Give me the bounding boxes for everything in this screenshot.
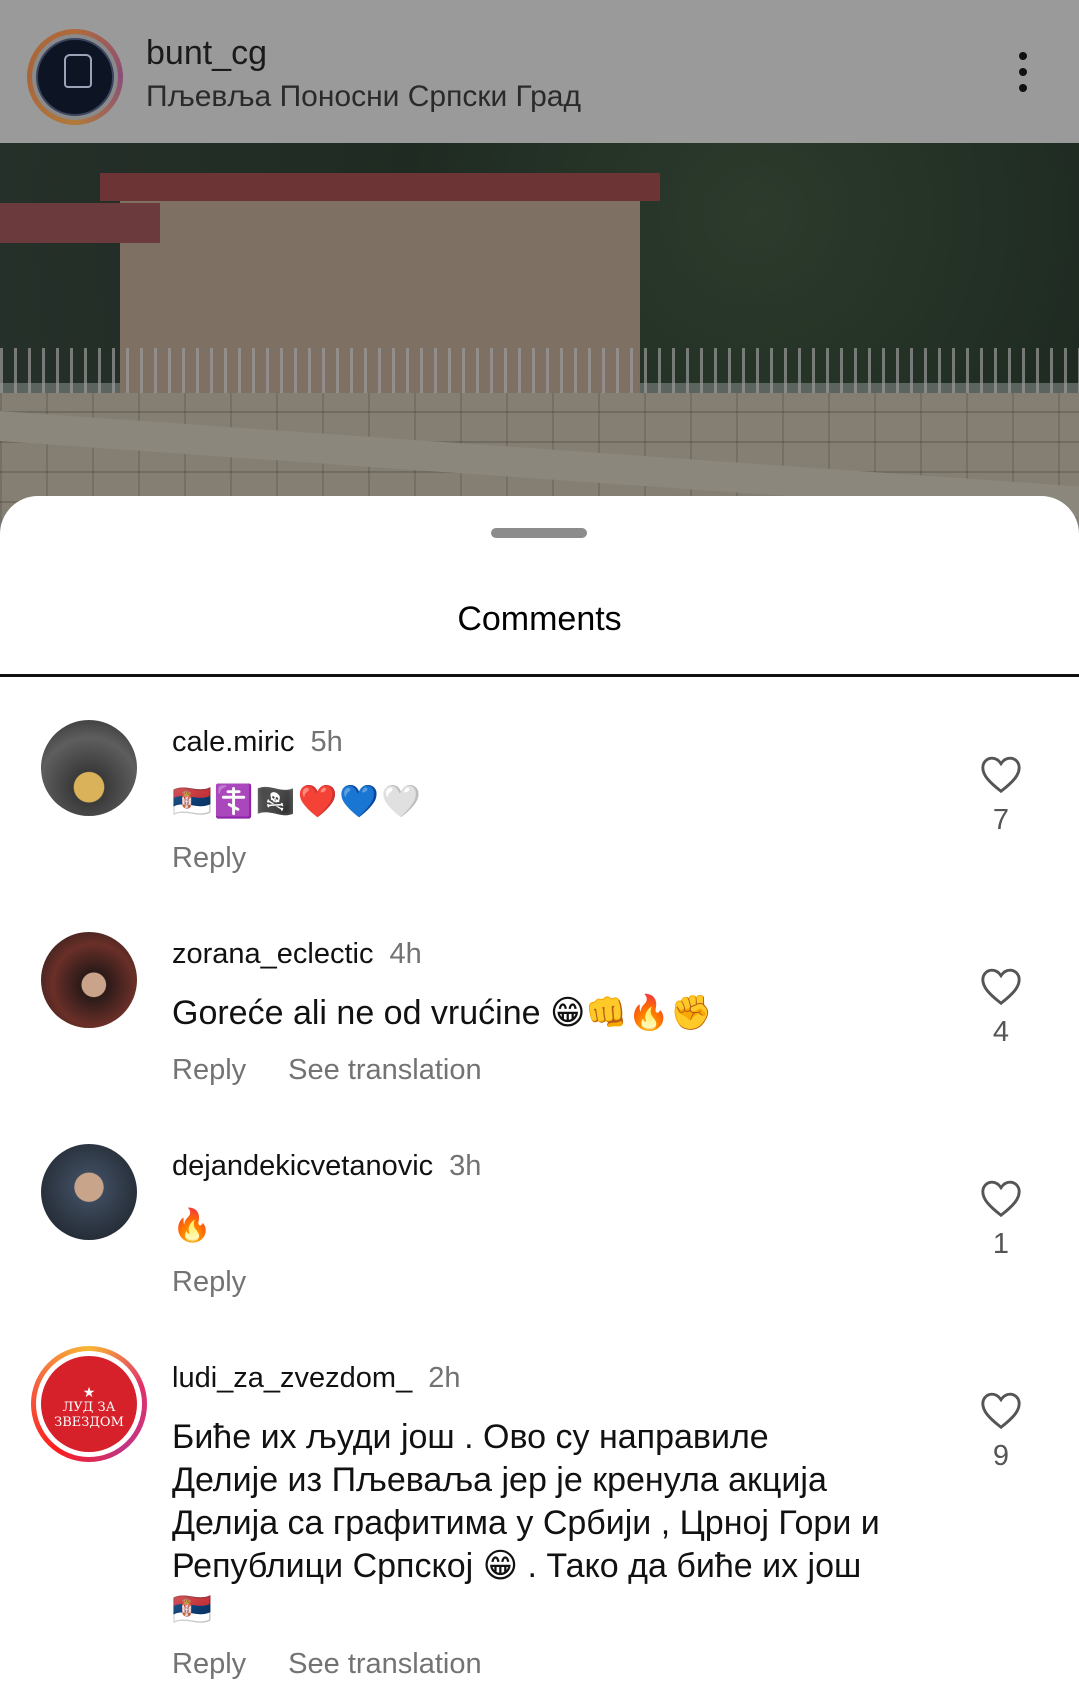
like-count: 4	[992, 1016, 1010, 1048]
comment-username[interactable]: zorana_eclectic 4h	[172, 938, 422, 971]
comment-text: Goreće ali ne od vrućine 😁👊🔥✊	[172, 994, 713, 1032]
like-button[interactable]: 1	[978, 1178, 1024, 1261]
username-text[interactable]: ludi_za_zvezdom_	[172, 1362, 412, 1394]
avatar[interactable]	[41, 720, 137, 816]
see-translation-button[interactable]: See translation	[288, 1648, 481, 1680]
reply-button[interactable]: Reply	[172, 1054, 246, 1086]
like-count: 7	[992, 804, 1010, 836]
post-username[interactable]: bunt_cg	[146, 34, 267, 73]
comments-title: Comments	[457, 600, 622, 638]
username-text[interactable]: zorana_eclectic	[172, 938, 374, 970]
avatar[interactable]: ★ ЛУД ЗА ЗВЕЗДОМ	[31, 1346, 147, 1462]
comment-actions: Reply	[172, 1266, 246, 1299]
post-author-avatar[interactable]	[27, 29, 123, 125]
heart-icon	[981, 1392, 1021, 1430]
comment-line: Републици Српској 😁 . Тако да биће их јо…	[172, 1547, 862, 1585]
fist-logo-icon	[36, 38, 114, 116]
username-text[interactable]: cale.miric	[172, 726, 294, 758]
comment-text: Биће их људи још . Ово су направиле Дели…	[172, 1416, 952, 1631]
red-star-club-logo-icon: ★ ЛУД ЗА ЗВЕЗДОМ	[41, 1356, 137, 1452]
see-translation-button[interactable]: See translation	[288, 1054, 481, 1086]
comment-line: Делије из Пљеваља јер је кренула акција	[172, 1461, 827, 1499]
comment-actions: Reply See translation	[172, 1054, 482, 1087]
comment-line: 🇷🇸	[172, 1590, 214, 1628]
comment-username[interactable]: ludi_za_zvezdom_ 2h	[172, 1362, 460, 1395]
comment-time: 2h	[428, 1362, 461, 1394]
comment-time: 3h	[449, 1150, 482, 1182]
like-button[interactable]: 9	[978, 1390, 1024, 1473]
comment-text: 🔥	[172, 1206, 214, 1244]
reply-button[interactable]: Reply	[172, 842, 246, 874]
avatar-text-top: ЛУД ЗА	[62, 1400, 116, 1415]
comment-actions: Reply	[172, 842, 246, 875]
reply-button[interactable]: Reply	[172, 1648, 246, 1680]
heart-icon	[981, 1180, 1021, 1218]
username-text[interactable]: dejandekicvetanovic	[172, 1150, 433, 1182]
reply-button[interactable]: Reply	[172, 1266, 246, 1298]
post-photo	[0, 143, 1079, 523]
divider	[0, 674, 1079, 677]
like-button[interactable]: 4	[978, 966, 1024, 1049]
comment-line: Биће их људи још . Ово су направиле	[172, 1418, 769, 1456]
comment-actions: Reply See translation	[172, 1648, 482, 1681]
drag-handle[interactable]	[491, 528, 587, 538]
post-location[interactable]: Пљевља Поносни Српски Град	[146, 80, 581, 114]
post-header: bunt_cg Пљевља Поносни Српски Град	[0, 0, 1079, 143]
comment-line: Делија са графитима у Србији , Црној Гор…	[172, 1504, 880, 1542]
like-count: 1	[992, 1228, 1010, 1260]
avatar-text-bottom: ЗВЕЗДОМ	[54, 1415, 124, 1430]
heart-icon	[981, 756, 1021, 794]
comments-sheet: Comments cale.miric 5h 🇷🇸☦️🏴‍☠️❤️💙🤍 Reply…	[0, 496, 1079, 1688]
comment-text: 🇷🇸☦️🏴‍☠️❤️💙🤍	[172, 782, 424, 820]
comment-time: 5h	[310, 726, 343, 758]
more-vertical-icon[interactable]	[1012, 52, 1034, 102]
like-count: 9	[992, 1440, 1010, 1472]
avatar[interactable]	[41, 1144, 137, 1240]
like-button[interactable]: 7	[978, 754, 1024, 837]
comment-username[interactable]: dejandekicvetanovic 3h	[172, 1150, 481, 1183]
comment-username[interactable]: cale.miric 5h	[172, 726, 343, 759]
heart-icon	[981, 968, 1021, 1006]
avatar[interactable]	[41, 932, 137, 1028]
comment-time: 4h	[389, 938, 422, 970]
